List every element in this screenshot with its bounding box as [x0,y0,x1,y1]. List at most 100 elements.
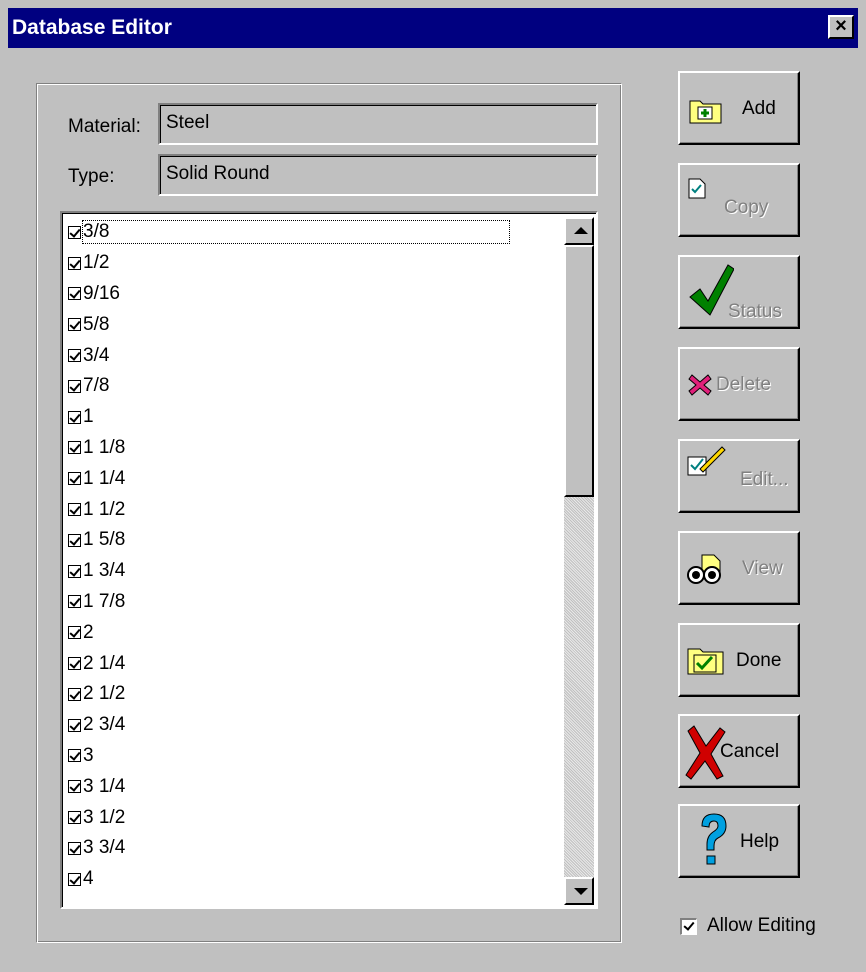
list-item[interactable]: 5/8 [66,309,556,340]
list-item-checkbox[interactable] [68,687,81,701]
list-item-checkbox[interactable] [68,472,81,486]
database-editor-window: Database Editor × Material: Steel Type: … [0,0,866,972]
add-button[interactable]: Add [678,71,800,145]
copy-button[interactable]: Copy [678,163,800,237]
list-item[interactable]: 2 1/2 [66,679,556,710]
binoculars-icon [687,554,721,584]
list-item-checkbox[interactable] [68,318,81,332]
allow-editing-label: Allow Editing [707,915,816,936]
list-item-label: 1 1/2 [83,498,126,520]
list-item[interactable]: 9/16 [66,279,556,310]
list-item-checkbox[interactable] [68,657,81,671]
list-item[interactable]: 3 1/2 [66,802,556,833]
list-item-label: 3 1/2 [83,806,126,828]
done-folder-icon [687,648,724,675]
list-item-checkbox[interactable] [68,349,81,363]
list-item-label: 2 [83,621,94,643]
size-list-rows: 3/8 1/2 9/16 5/8 3/4 7/8 1 1 1/8 1 1/4 1 1/2 1 5/8… [66,217,556,895]
list-item-checkbox[interactable] [68,841,81,855]
list-item-checkbox[interactable] [68,379,81,393]
allow-editing-checkbox[interactable]: Allow Editing [680,915,816,937]
list-item[interactable]: 1 3/4 [66,556,556,587]
list-item[interactable]: 1 1/2 [66,494,556,525]
list-item[interactable]: 2 3/4 [66,710,556,741]
list-item-checkbox[interactable] [68,780,81,794]
list-item[interactable]: 1 1/8 [66,433,556,464]
delete-x-icon [688,374,712,396]
delete-button[interactable]: Delete [678,347,800,421]
list-item[interactable]: 3 1/4 [66,771,556,802]
list-item-label: 2 1/4 [83,652,126,674]
scroll-thumb[interactable] [564,245,594,497]
list-item-checkbox[interactable] [68,287,81,301]
list-item-label: 3/8 [81,220,511,245]
list-item-checkbox[interactable] [68,533,81,547]
list-item-label: 1/2 [83,252,110,274]
list-item[interactable]: 7/8 [66,371,556,402]
window-title: Database Editor [12,16,172,39]
list-item[interactable]: 1 5/8 [66,525,556,556]
list-item-checkbox[interactable] [68,595,81,609]
list-item[interactable]: 3/4 [66,340,556,371]
list-item-label: 2 1/2 [83,683,126,705]
list-item[interactable]: 3 [66,741,556,772]
scroll-up-arrow-icon [574,227,588,234]
list-item-checkbox[interactable] [68,811,81,825]
list-item[interactable]: 1/2 [66,248,556,279]
list-item[interactable]: 1 1/4 [66,463,556,494]
list-item-label: 3/4 [83,344,110,366]
list-item-label: 9/16 [83,282,120,304]
list-item-checkbox[interactable] [68,626,81,640]
list-item[interactable]: 1 7/8 [66,587,556,618]
list-item-label: 5/8 [83,313,110,335]
list-item[interactable]: 3/8 [66,217,556,248]
scroll-up-button[interactable] [564,217,594,245]
list-item-label: 3 3/4 [83,837,126,859]
list-item-checkbox[interactable] [68,410,81,424]
list-item[interactable]: 2 [66,617,556,648]
view-button[interactable]: View [678,531,800,605]
done-button[interactable]: Done [678,623,800,697]
size-listbox[interactable]: 3/8 1/2 9/16 5/8 3/4 7/8 1 1 1/8 1 1/4 1 1/2 1 5/8… [60,211,598,909]
list-item-label: 3 1/4 [83,775,126,797]
edit-button[interactable]: Edit... [678,439,800,513]
list-item-label: 3 [83,744,94,766]
list-item-checkbox[interactable] [68,564,81,578]
list-item-label: 4 [83,868,94,890]
list-item-label: 7/8 [83,375,110,397]
type-field: Solid Round [158,154,598,196]
scroll-down-arrow-icon [574,888,588,895]
list-item[interactable]: 3 3/4 [66,833,556,864]
title-bar: Database Editor × [8,8,858,48]
list-item-checkbox[interactable] [68,225,81,239]
list-item-checkbox[interactable] [68,503,81,517]
list-item-checkbox[interactable] [68,872,81,886]
list-item-label: 1 1/4 [83,467,126,489]
list-item-checkbox[interactable] [68,256,81,270]
list-item-label: 1 5/8 [83,529,126,551]
status-button[interactable]: Status [678,255,800,329]
type-label: Type: [68,166,115,187]
list-item[interactable]: 4 [66,864,556,895]
list-item-checkbox[interactable] [68,718,81,732]
material-label: Material: [68,116,141,137]
list-item-label: 2 3/4 [83,714,126,736]
list-item-checkbox[interactable] [68,749,81,763]
add-folder-icon [689,100,722,124]
edit-pencil-icon [687,446,726,476]
cancel-button[interactable]: Cancel [678,714,800,788]
list-item-checkbox[interactable] [68,441,81,455]
material-field: Steel [158,103,598,145]
allow-editing-checkmark-icon[interactable] [680,917,697,935]
help-button[interactable]: Help [678,804,800,878]
help-question-icon [701,813,727,865]
vertical-scrollbar[interactable] [564,217,594,905]
scroll-down-button[interactable] [564,877,594,905]
list-item-label: 1 1/8 [83,436,126,458]
close-button[interactable]: × [828,15,854,39]
list-item[interactable]: 1 [66,402,556,433]
list-item-label: 1 [83,406,94,428]
list-item[interactable]: 2 1/4 [66,648,556,679]
copy-icon [688,178,706,199]
list-item-label: 1 3/4 [83,560,126,582]
